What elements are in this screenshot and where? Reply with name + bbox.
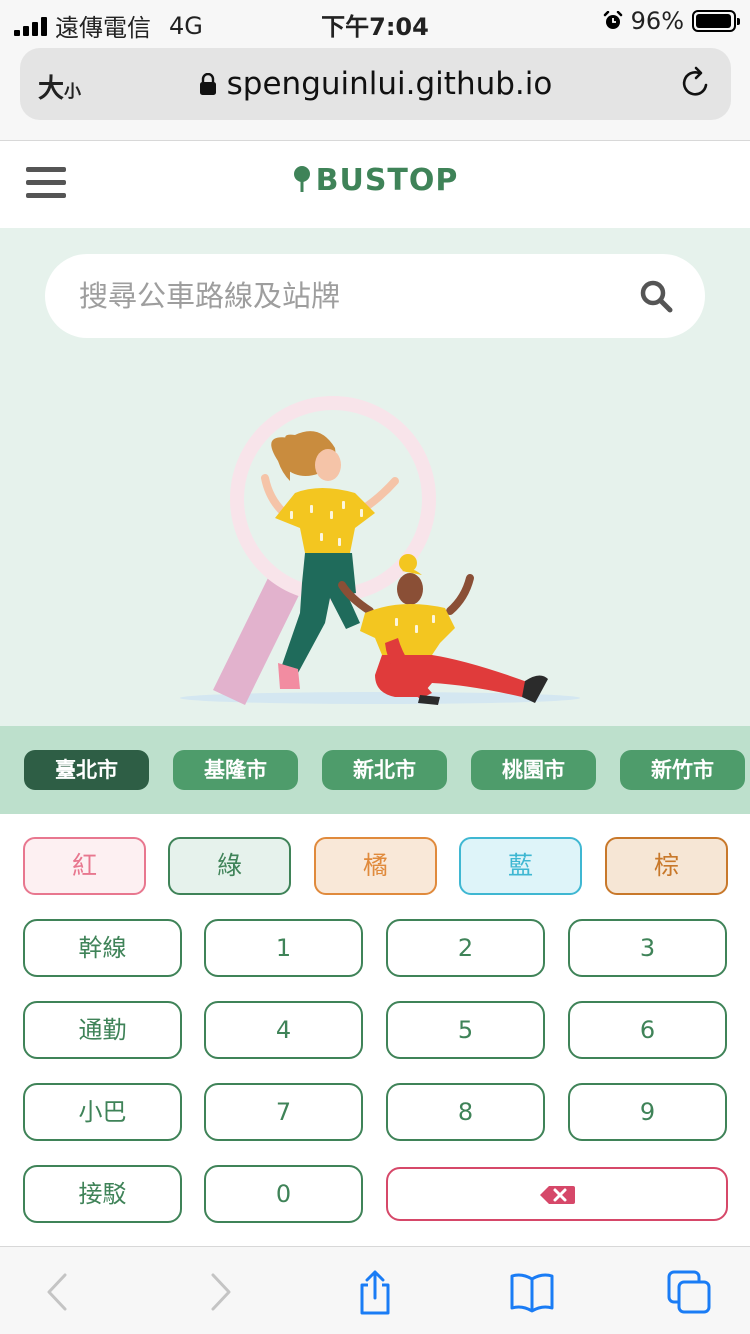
key-2[interactable]: 2 <box>386 919 545 977</box>
hero-illustration <box>180 396 580 705</box>
route-keypad: 紅 綠 橘 藍 棕 幹線 1 2 3 通勤 4 5 6 小巴 7 8 9 接駁 … <box>0 814 750 1246</box>
tabs-icon[interactable] <box>666 1269 712 1315</box>
color-key-red[interactable]: 紅 <box>23 837 146 895</box>
browser-toolbar <box>0 1246 750 1334</box>
key-trunk[interactable]: 幹線 <box>23 919 182 977</box>
back-icon[interactable] <box>36 1269 82 1315</box>
forward-icon[interactable] <box>196 1269 242 1315</box>
key-minibus[interactable]: 小巴 <box>23 1083 182 1141</box>
url-display[interactable]: spenguinlui.github.io <box>20 66 731 102</box>
backspace-icon <box>540 1186 575 1204</box>
battery-icon <box>692 10 740 32</box>
battery-percent: 96% <box>630 7 684 35</box>
backspace-button[interactable] <box>386 1167 728 1221</box>
url-text: spenguinlui.github.io <box>226 66 553 102</box>
color-key-orange[interactable]: 橘 <box>314 837 437 895</box>
key-0[interactable]: 0 <box>204 1165 363 1223</box>
key-1[interactable]: 1 <box>204 919 363 977</box>
reload-icon[interactable] <box>679 66 713 100</box>
search-icon[interactable] <box>639 279 673 313</box>
key-commute[interactable]: 通勤 <box>23 1001 182 1059</box>
address-bar[interactable]: 大小 spenguinlui.github.io <box>20 48 731 120</box>
key-shuttle[interactable]: 接駁 <box>23 1165 182 1223</box>
alarm-icon <box>603 11 622 29</box>
battery-level <box>696 14 731 28</box>
key-8[interactable]: 8 <box>386 1083 545 1141</box>
app-header: BUSTOP <box>0 141 750 228</box>
color-key-green[interactable]: 綠 <box>168 837 291 895</box>
bustop-logo[interactable]: BUSTOP <box>0 163 750 198</box>
city-tab[interactable]: 桃園市 <box>471 750 596 790</box>
key-9[interactable]: 9 <box>568 1083 727 1141</box>
status-right: 96% <box>603 7 740 35</box>
search-box <box>45 254 705 338</box>
color-key-blue[interactable]: 藍 <box>459 837 582 895</box>
city-tab[interactable]: 新竹市 <box>620 750 745 790</box>
city-tab[interactable]: 臺北市 <box>24 750 149 790</box>
key-3[interactable]: 3 <box>568 919 727 977</box>
city-tab[interactable]: 新北市 <box>322 750 447 790</box>
color-key-brown[interactable]: 棕 <box>605 837 728 895</box>
bus-stop-pin-icon <box>293 166 310 192</box>
lock-icon <box>199 73 216 95</box>
city-tab[interactable]: 基隆市 <box>173 750 298 790</box>
browser-bar: 大小 spenguinlui.github.io <box>0 44 750 141</box>
status-bar: 遠傳電信 4G 下午7:04 96% <box>0 0 750 44</box>
key-7[interactable]: 7 <box>204 1083 363 1141</box>
key-4[interactable]: 4 <box>204 1001 363 1059</box>
key-5[interactable]: 5 <box>386 1001 545 1059</box>
bookmarks-icon[interactable] <box>509 1269 555 1315</box>
city-tab-bar: 臺北市 基隆市 新北市 桃園市 新竹市 <box>0 726 750 814</box>
logo-text: BUSTOP <box>315 163 459 198</box>
hero-section <box>0 228 750 726</box>
share-icon[interactable] <box>352 1269 398 1315</box>
key-6[interactable]: 6 <box>568 1001 727 1059</box>
search-input[interactable] <box>79 254 619 338</box>
